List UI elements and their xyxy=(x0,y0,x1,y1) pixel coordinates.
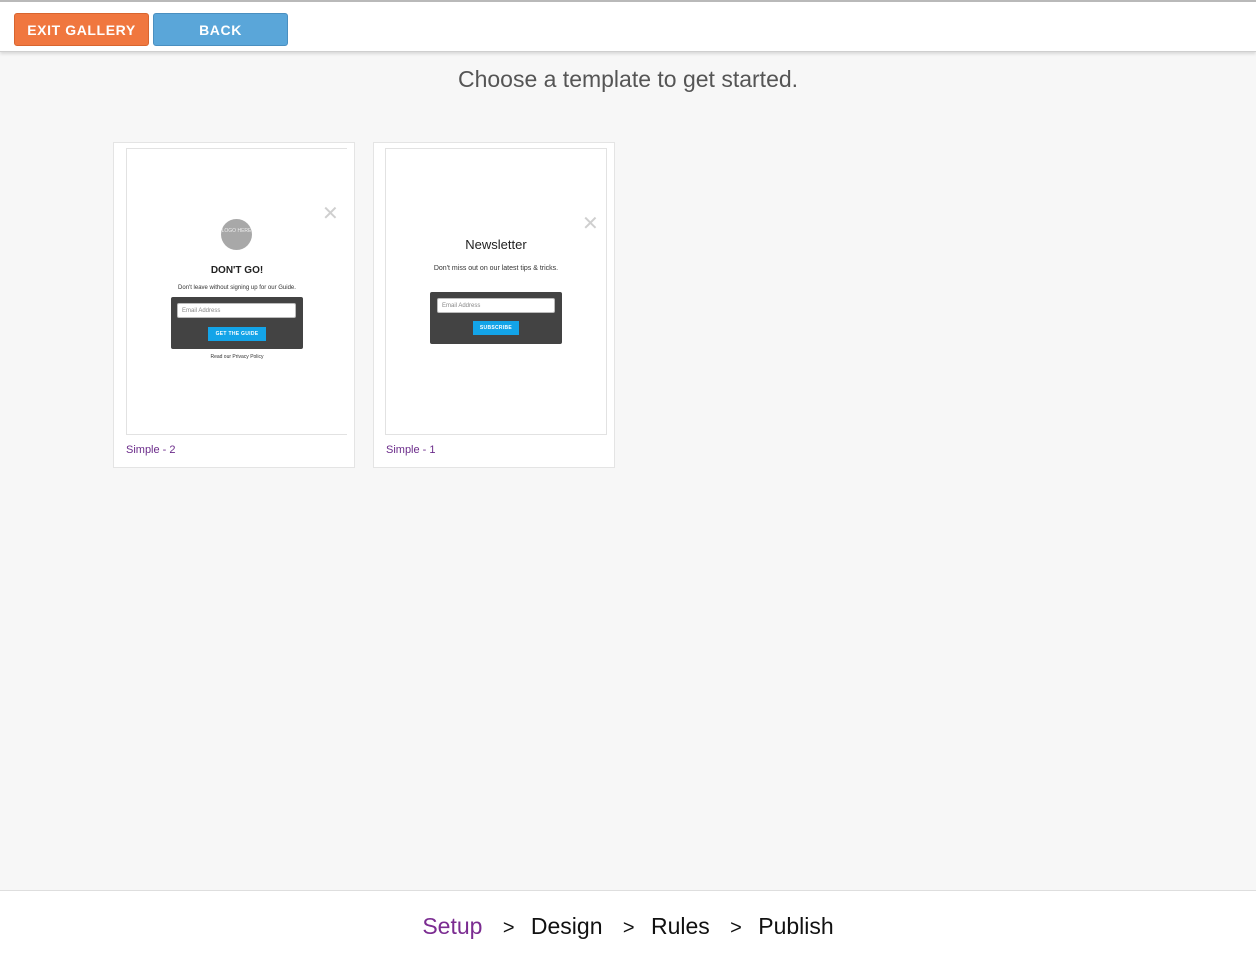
preview-title: Newsletter xyxy=(465,237,527,252)
step-setup[interactable]: Setup xyxy=(422,913,482,939)
step-separator: > xyxy=(730,917,742,939)
template-preview: ✕ Newsletter Don't miss out on our lates… xyxy=(385,148,607,435)
template-name: Simple - 2 xyxy=(126,444,176,456)
step-separator: > xyxy=(502,917,515,939)
close-icon: ✕ xyxy=(322,203,339,225)
preview-form: Email Address GET THE GUIDE xyxy=(171,297,303,349)
step-separator: > xyxy=(622,917,635,939)
footer-steps-bar: Setup > Design > Rules > Publish xyxy=(0,890,1256,955)
template-preview: ✕ LOGO HERE DON'T GO! Don't leave withou… xyxy=(126,148,347,435)
close-icon: ✕ xyxy=(582,213,599,235)
email-field: Email Address xyxy=(437,298,555,313)
logo-placeholder: LOGO HERE xyxy=(221,219,252,250)
template-card-simple-1[interactable]: ✕ Newsletter Don't miss out on our lates… xyxy=(373,142,615,468)
exit-gallery-button[interactable]: EXIT GALLERY xyxy=(14,13,149,46)
step-breadcrumb: Setup > Design > Rules > Publish xyxy=(0,913,1256,940)
email-field: Email Address xyxy=(177,303,296,318)
top-toolbar: EXIT GALLERY BACK xyxy=(0,0,1256,52)
privacy-link: Read our Privacy Policy xyxy=(210,354,264,360)
template-card-simple-2[interactable]: ✕ LOGO HERE DON'T GO! Don't leave withou… xyxy=(113,142,355,468)
step-rules[interactable]: Rules xyxy=(651,913,710,939)
preview-title: DON'T GO! xyxy=(210,265,264,276)
step-publish[interactable]: Publish xyxy=(758,913,833,939)
get-guide-button: GET THE GUIDE xyxy=(208,327,266,341)
step-design[interactable]: Design xyxy=(531,913,603,939)
preview-text: Don't leave without signing up for our G… xyxy=(178,285,296,291)
subscribe-button: SUBSCRIBE xyxy=(473,321,519,335)
preview-form: Email Address SUBSCRIBE xyxy=(430,292,562,344)
preview-text: Don't miss out on our latest tips & tric… xyxy=(433,265,559,272)
page-title: Choose a template to get started. xyxy=(457,66,799,92)
template-name: Simple - 1 xyxy=(386,444,436,456)
back-button[interactable]: BACK xyxy=(153,13,288,46)
